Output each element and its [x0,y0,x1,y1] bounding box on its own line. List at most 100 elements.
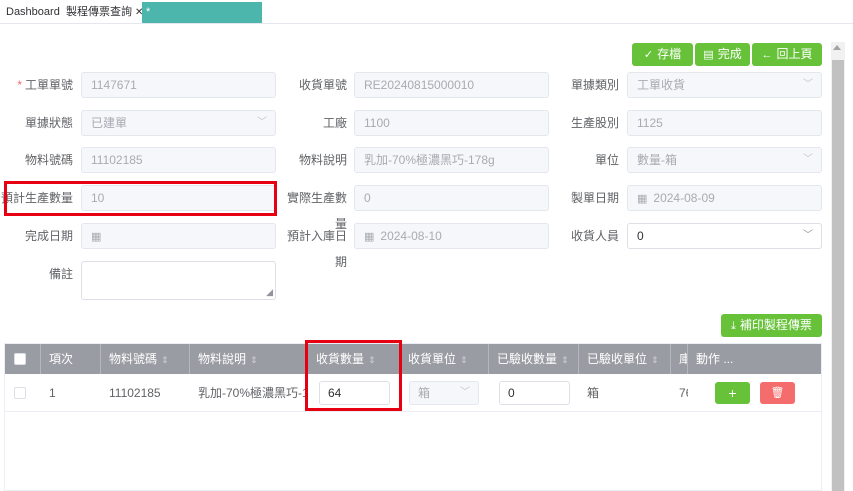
row-checkbox[interactable] [14,387,26,399]
material-no-field[interactable]: 11102185 [81,147,276,173]
tab-process-ticket-query[interactable]: 製程傳票查詢 ✕ [62,2,147,23]
create-date-value: 2024-08-09 [653,191,715,205]
download-icon: ⤓ [731,320,736,332]
actual-qty-field[interactable]: 0 [354,185,549,211]
tab-label: Dashboard [6,6,60,18]
chevron-down-icon: ﹀ [803,230,813,241]
plant-field[interactable]: 1100 [354,110,549,136]
cell-accepted-unit: 箱 [587,386,600,400]
reprint-label: 補印製程傳票 [739,318,812,332]
reprint-ticket-button[interactable]: ⤓ 補印製程傳票 [721,314,822,337]
sort-icon: ⇕ [460,355,468,365]
actual-qty-label: 實際生產數量 [286,191,347,231]
save-label: 存檔 [657,47,682,61]
tab-receipt-record[interactable]: * RE20240815000010 ✕ [142,2,262,39]
unit-value: 數量-箱 [637,153,677,167]
remark-textarea[interactable]: ◢ [81,261,276,300]
expected-stock-date-picker[interactable]: ▦ 2024-08-10 [354,223,549,249]
sort-icon: ⇕ [651,355,659,365]
save-button[interactable]: ✓ 存檔 [632,43,693,66]
table-header: 項次 物料號碼 ⇕ 物料說明 ⇕ 收貨數量 ⇕ 收貨單位 ⇕ 已驗收數量 ⇕ 已驗收單位 ⇕… [5,344,821,374]
back-button[interactable]: ← 回上頁 [752,43,822,66]
receive-unit-select[interactable]: 箱 ﹀ [409,381,479,405]
sort-icon: ⇕ [161,355,169,365]
col-accepted-unit[interactable]: 已驗收單位 ⇕ [579,344,671,374]
col-actions: 動作 ... [696,352,734,366]
doc-status-label: 單據狀態 [24,116,73,130]
doc-status-select[interactable]: 已建單 ﹀ [81,110,276,136]
doc-type-label: 單據類別 [570,78,619,92]
plus-icon: + [728,385,737,401]
expected-stock-date-label: 預計入庫日期 [286,229,347,269]
cell-material-no: 11102185 [109,386,161,400]
doc-status-value: 已建單 [91,116,128,130]
resize-handle-icon[interactable]: ◢ [266,287,273,298]
scrollbar-thumb[interactable] [832,60,844,491]
tab-label: * RE20240815000010 [146,6,247,39]
tab-label: 製程傳票查詢 [66,6,132,18]
sort-icon: ⇕ [561,355,569,365]
complete-label: 完成 [717,47,742,61]
expected-stock-date-value: 2024-08-10 [380,229,442,243]
highlight-box [4,181,277,216]
arrow-left-icon: ← [761,49,773,61]
tab-dashboard[interactable]: Dashboard [2,2,64,23]
document-icon: ▤ [703,49,714,61]
cell-item: 1 [49,386,56,400]
col-material-no[interactable]: 物料號碼 ⇕ [101,344,190,374]
work-order-no-label: * 工單單號 [17,78,73,92]
doc-type-value: 工單收貨 [637,78,686,92]
table-row: 1 11102185 乳加-70%極濃黑巧-178g 64 箱﹀ 0 箱 76 … [5,374,821,412]
chevron-down-icon: ﹀ [257,117,267,128]
items-table: 項次 物料號碼 ⇕ 物料說明 ⇕ 收貨數量 ⇕ 收貨單位 ⇕ 已驗收數量 ⇕ 已驗收單位 ⇕… [4,343,822,491]
select-all-checkbox[interactable] [14,353,26,365]
doc-type-select[interactable]: 工單收貨 ﹀ [627,72,822,98]
highlight-box [305,340,402,411]
col-stock: 庫 [671,344,688,374]
create-date-picker[interactable]: ▦ 2024-08-09 [627,185,822,211]
receiver-value: 0 [637,229,644,243]
receipt-no-field[interactable]: RE20240815000010 [354,72,549,98]
col-receive-unit[interactable]: 收貨單位 ⇕ [400,344,489,374]
unit-select[interactable]: 數量-箱 ﹀ [627,147,822,173]
receipt-no-label: 收貨單號 [298,78,347,92]
col-accepted-qty[interactable]: 已驗收數量 ⇕ [489,344,579,374]
select-all-cell [5,344,41,374]
prod-section-field[interactable]: 1125 [627,110,822,136]
material-no-label: 物料號碼 [24,153,73,167]
receiver-select[interactable]: 0 ﹀ [627,223,822,249]
sort-icon: ⇕ [250,355,258,365]
finish-date-label: 完成日期 [24,229,73,243]
calendar-icon: ▦ [364,231,375,243]
scroll-up-icon[interactable] [833,45,841,50]
calendar-icon: ▦ [637,193,648,205]
back-label: 回上頁 [776,47,813,61]
calendar-icon: ▦ [91,231,102,243]
delete-row-button[interactable]: 🗑 [760,382,795,404]
col-material-desc[interactable]: 物料說明 ⇕ [190,344,308,374]
tab-bar: Dashboard 製程傳票查詢 ✕ * RE20240815000010 ✕ [0,0,853,39]
cell-material-desc: 乳加-70%極濃黑巧-178g [198,386,308,400]
material-desc-field[interactable]: 乳加-70%極濃黑巧-178g [354,147,549,173]
material-desc-label: 物料說明 [298,153,347,167]
work-order-no-field[interactable]: 1147671 [81,72,276,98]
row-select-cell [5,374,41,412]
cell-stock: 76 [679,386,688,400]
receive-unit-value: 箱 [418,386,431,400]
close-icon[interactable]: ✕ [250,28,258,39]
receiver-label: 收貨人員 [570,229,619,243]
check-icon: ✓ [643,49,654,61]
trash-icon: 🗑 [770,387,785,399]
create-date-label: 製單日期 [570,191,619,205]
finish-date-picker[interactable]: ▦ [81,223,276,249]
remark-label: 備註 [48,267,73,281]
chevron-down-icon: ﹀ [803,154,813,165]
complete-button[interactable]: ▤ 完成 [695,43,750,66]
plant-label: 工廠 [322,116,347,130]
col-item: 項次 [41,344,101,374]
unit-label: 單位 [594,153,619,167]
accepted-qty-input[interactable]: 0 [499,381,570,405]
chevron-down-icon: ﹀ [460,387,470,398]
chevron-down-icon: ﹀ [803,79,813,90]
add-row-button[interactable]: + [715,382,750,404]
